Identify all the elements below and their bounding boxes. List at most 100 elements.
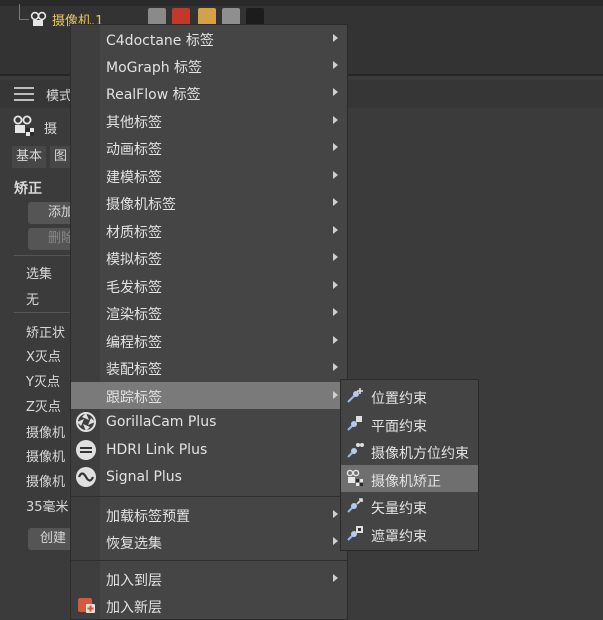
submenu-arrow-icon bbox=[333, 510, 338, 518]
camera-calibrator-icon bbox=[346, 469, 363, 486]
submenu-item-position-constraint[interactable]: 位置约束 bbox=[341, 382, 478, 409]
submenu-item-label: 摄像机方位约束 bbox=[371, 446, 469, 462]
menu-item-add-to-layer[interactable]: 加入到层 bbox=[71, 565, 347, 592]
menu-item-label: 摄像机标签 bbox=[106, 197, 176, 213]
submenu-arrow-icon bbox=[333, 537, 338, 545]
selection-value: 无 bbox=[26, 293, 40, 308]
vector-constraint-icon bbox=[347, 498, 363, 513]
menu-item-camera-tags[interactable]: 摄像机标签 bbox=[71, 189, 347, 216]
section-title: 矫正 bbox=[14, 181, 42, 197]
menu-item-label: 跟踪标签 bbox=[106, 390, 162, 406]
camera-orientation-icon bbox=[347, 443, 364, 458]
submenu-arrow-icon bbox=[333, 34, 338, 42]
menu-item-label: 渲染标签 bbox=[106, 307, 162, 323]
field-camera-3: 摄像机 bbox=[26, 475, 66, 490]
menu-separator bbox=[71, 496, 347, 497]
menu-item-label: C4doctane 标签 bbox=[106, 33, 214, 49]
menu-item-label: 建模标签 bbox=[106, 170, 162, 186]
submenu-arrow-icon bbox=[333, 391, 338, 399]
menu-item-label: 加载标签预置 bbox=[106, 509, 190, 525]
hdri-link-icon bbox=[76, 440, 96, 460]
menu-item-animation-tags[interactable]: 动画标签 bbox=[71, 134, 347, 161]
tree-line bbox=[19, 4, 20, 20]
field-x-vanishing-point: X灭点 bbox=[26, 350, 61, 365]
position-constraint-icon bbox=[347, 388, 363, 403]
menu-item-hdri-link-plus[interactable]: HDRI Link Plus bbox=[71, 437, 347, 464]
divider bbox=[14, 255, 74, 256]
field-calibration-state: 矫正状 bbox=[26, 326, 66, 341]
menu-item-modeling-tags[interactable]: 建模标签 bbox=[71, 162, 347, 189]
menu-item-tracking-tags[interactable]: 跟踪标签 bbox=[71, 382, 347, 409]
camera-object-icon bbox=[30, 11, 47, 26]
menu-item-programming-tags[interactable]: 编程标签 bbox=[71, 327, 347, 354]
menu-item-label: 装配标签 bbox=[106, 362, 162, 378]
mode-menu[interactable]: 模式 bbox=[46, 85, 72, 104]
menu-item-signal-plus[interactable]: Signal Plus bbox=[71, 464, 347, 491]
new-layer-icon bbox=[78, 598, 95, 613]
field-y-vanishing-point: Y灭点 bbox=[26, 375, 60, 390]
submenu-arrow-icon bbox=[333, 171, 338, 179]
menu-item-render-tags[interactable]: 渲染标签 bbox=[71, 299, 347, 326]
submenu-item-plane-constraint[interactable]: 平面约束 bbox=[341, 410, 478, 437]
submenu-item-label: 平面约束 bbox=[371, 419, 427, 435]
menu-item-mograph-tags[interactable]: MoGraph 标签 bbox=[71, 52, 347, 79]
tab-other[interactable]: 图 bbox=[50, 146, 72, 168]
submenu-item-label: 矢量约束 bbox=[371, 501, 427, 517]
submenu-arrow-icon bbox=[333, 226, 338, 234]
menu-item-hair-tags[interactable]: 毛发标签 bbox=[71, 272, 347, 299]
signal-icon bbox=[76, 467, 96, 487]
submenu-arrow-icon bbox=[333, 281, 338, 289]
tracking-tags-submenu: 位置约束 平面约束 摄像机方位约束 摄像机矫正 矢量约束 遮罩约束 bbox=[340, 379, 479, 551]
submenu-item-vector-constraint[interactable]: 矢量约束 bbox=[341, 492, 478, 519]
submenu-arrow-icon bbox=[333, 253, 338, 261]
submenu-arrow-icon bbox=[333, 143, 338, 151]
menu-item-c4doctane-tags[interactable]: C4doctane 标签 bbox=[71, 25, 347, 52]
menu-item-label: MoGraph 标签 bbox=[106, 60, 203, 76]
submenu-arrow-icon bbox=[333, 308, 338, 316]
menu-item-label: 动画标签 bbox=[106, 142, 162, 158]
menu-item-label: 其他标签 bbox=[106, 115, 162, 131]
submenu-arrow-icon bbox=[333, 116, 338, 124]
menu-item-label: 毛发标签 bbox=[106, 280, 162, 296]
submenu-item-camera-calibrator[interactable]: 摄像机矫正 bbox=[341, 465, 478, 492]
camera-calibrator-tag-icon bbox=[13, 115, 34, 136]
context-menu: C4doctane 标签 MoGraph 标签 RealFlow 标签 其他标签… bbox=[70, 24, 348, 620]
field-camera-1: 摄像机 bbox=[26, 426, 66, 441]
menu-item-material-tags[interactable]: 材质标签 bbox=[71, 217, 347, 244]
menu-item-label: 材质标签 bbox=[106, 225, 162, 241]
menu-item-label: 加入新层 bbox=[106, 600, 162, 616]
menu-item-label: GorillaCam Plus bbox=[106, 414, 217, 430]
menu-item-realflow-tags[interactable]: RealFlow 标签 bbox=[71, 79, 347, 106]
submenu-arrow-icon bbox=[333, 88, 338, 96]
hamburger-menu-icon[interactable] bbox=[14, 87, 34, 101]
attribute-object-label: 摄 bbox=[44, 122, 58, 137]
menu-item-label: Signal Plus bbox=[106, 469, 182, 485]
menu-item-other-tags[interactable]: 其他标签 bbox=[71, 107, 347, 134]
menu-separator bbox=[71, 560, 347, 561]
field-z-vanishing-point: Z灭点 bbox=[26, 400, 61, 415]
menu-item-gorillacam-plus[interactable]: GorillaCam Plus bbox=[71, 409, 347, 436]
submenu-arrow-icon bbox=[333, 336, 338, 344]
menu-item-rigging-tags[interactable]: 装配标签 bbox=[71, 354, 347, 381]
menu-item-restore-selection[interactable]: 恢复选集 bbox=[71, 528, 347, 555]
plane-constraint-icon bbox=[347, 416, 362, 431]
submenu-item-camera-orientation-constraint[interactable]: 摄像机方位约束 bbox=[341, 437, 478, 464]
selection-label: 选集 bbox=[26, 267, 53, 282]
divider bbox=[14, 312, 74, 313]
menu-item-simulation-tags[interactable]: 模拟标签 bbox=[71, 244, 347, 271]
menu-item-label: 恢复选集 bbox=[106, 536, 162, 552]
menu-item-label: 加入到层 bbox=[106, 573, 162, 589]
menu-item-label: RealFlow 标签 bbox=[106, 87, 201, 103]
submenu-item-mask-constraint[interactable]: 遮罩约束 bbox=[341, 520, 478, 547]
submenu-arrow-icon bbox=[333, 198, 338, 206]
menu-item-label: 模拟标签 bbox=[106, 252, 162, 268]
submenu-item-label: 遮罩约束 bbox=[371, 529, 427, 545]
menu-item-label: 编程标签 bbox=[106, 335, 162, 351]
menu-item-add-new-layer[interactable]: 加入新层 bbox=[71, 592, 347, 619]
object-manager-top-strip bbox=[0, 0, 603, 6]
submenu-item-label: 摄像机矫正 bbox=[371, 474, 441, 490]
submenu-item-label: 位置约束 bbox=[371, 391, 427, 407]
menu-item-load-tag-preset[interactable]: 加载标签预置 bbox=[71, 501, 347, 528]
tab-basic[interactable]: 基本 bbox=[12, 146, 47, 168]
submenu-arrow-icon bbox=[333, 363, 338, 371]
